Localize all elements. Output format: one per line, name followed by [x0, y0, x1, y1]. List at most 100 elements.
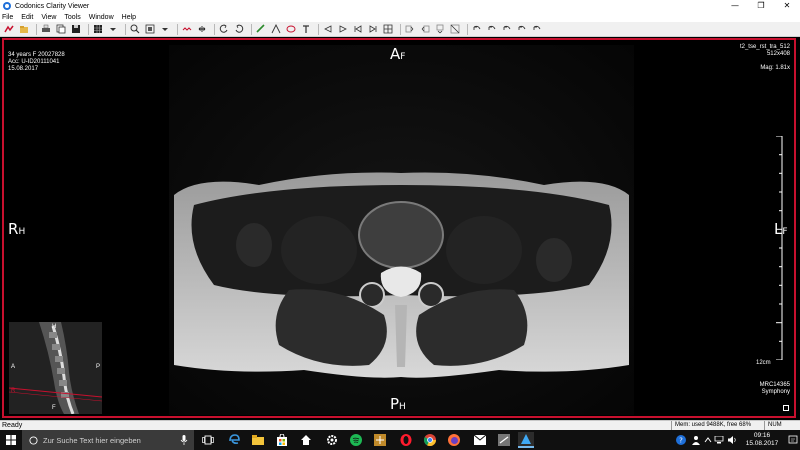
text-annotation-icon [302, 25, 309, 33]
menu-help[interactable]: Help [122, 14, 136, 21]
device-code-line: MRC14365 [759, 382, 790, 388]
undo-3-button[interactable] [501, 24, 512, 35]
undo-1-button[interactable] [471, 24, 482, 35]
pan-button[interactable] [196, 24, 207, 35]
microphone-icon[interactable] [180, 435, 188, 445]
folder-icon [19, 26, 28, 33]
rotate-left-button[interactable] [218, 24, 229, 35]
tray-network[interactable] [714, 430, 724, 450]
start-button[interactable] [0, 430, 22, 450]
flip-right-icon [421, 25, 429, 33]
undo-icon [533, 25, 540, 30]
chrome-icon [424, 434, 436, 446]
image-viewport[interactable]: 34 years F 20027828 Acc: U-ID20111041 15… [2, 38, 796, 418]
menu-bar: File Edit View Tools Window Help [0, 12, 800, 22]
app-icon [3, 2, 11, 10]
undo-4-button[interactable] [516, 24, 527, 35]
orientation-top: AF [390, 45, 406, 63]
magnification-line: Mag: 1.81x [760, 65, 790, 71]
taskbar-clock[interactable]: 09:16 15.08.2017 [740, 432, 784, 448]
copy-button[interactable] [55, 24, 66, 35]
numlock-status: NUM [764, 421, 800, 430]
scout-label-top: H [52, 324, 57, 330]
menu-view[interactable]: View [41, 14, 56, 21]
layout-grid-button[interactable] [92, 24, 103, 35]
roi-button[interactable] [285, 24, 296, 35]
taskbar-search[interactable]: Zur Suche Text hier eingeben [22, 430, 194, 450]
nav-first-button[interactable] [322, 24, 333, 35]
print-button[interactable] [40, 24, 51, 35]
notification-icon [788, 435, 798, 444]
ruler-button[interactable] [255, 24, 266, 35]
maximize-button[interactable]: ❐ [748, 0, 774, 12]
triangle-right-icon [339, 25, 347, 33]
device-info: MRC14365 Symphony [760, 382, 790, 396]
mri-axial-image[interactable] [169, 45, 634, 415]
invert-button[interactable] [449, 24, 460, 35]
tray-help-icon[interactable]: ? [676, 430, 686, 450]
invert-icon [450, 24, 459, 34]
accession-line: Acc: U-ID20111041 [8, 59, 60, 65]
layout-dropdown[interactable] [107, 24, 118, 35]
roi-icon [286, 25, 295, 33]
menu-tools[interactable]: Tools [64, 14, 80, 21]
nav-prev-button[interactable] [337, 24, 348, 35]
close-button[interactable]: ✕ [774, 0, 800, 12]
copy-icon [56, 24, 65, 34]
home-button[interactable] [298, 432, 314, 448]
clarity-viewer-task[interactable] [518, 432, 534, 448]
explorer-button[interactable] [250, 432, 266, 448]
clock-time: 09:16 [753, 432, 771, 439]
edge-button[interactable] [226, 432, 242, 448]
task-view-button[interactable] [200, 432, 216, 448]
menu-window[interactable]: Window [89, 14, 114, 21]
flip-left-icon [405, 25, 413, 33]
series-grid-button[interactable] [382, 24, 393, 35]
window-level-box[interactable] [783, 405, 789, 411]
flip-left-button[interactable] [404, 24, 415, 35]
chevron-down-icon [161, 28, 168, 31]
app-button-2[interactable] [496, 432, 512, 448]
flip-right-button[interactable] [419, 24, 430, 35]
undo-5-button[interactable] [531, 24, 542, 35]
person-icon [692, 436, 700, 445]
rotate-right-button[interactable] [233, 24, 244, 35]
chrome-button[interactable] [422, 432, 438, 448]
tray-chevron[interactable] [704, 430, 712, 450]
zoom-button[interactable] [129, 24, 140, 35]
tray-volume[interactable] [727, 430, 737, 450]
menu-file[interactable]: File [2, 14, 13, 21]
rotate-right-icon [235, 24, 243, 33]
fit-window-button[interactable] [144, 24, 155, 35]
spotify-button[interactable] [348, 432, 364, 448]
undo-2-button[interactable] [486, 24, 497, 35]
minimize-button[interactable]: — [722, 0, 748, 12]
opera-button[interactable] [398, 432, 414, 448]
app-button-1[interactable] [372, 432, 388, 448]
nav-next-button[interactable] [352, 24, 363, 35]
folder-button[interactable] [18, 24, 29, 35]
nav-last-button[interactable] [367, 24, 378, 35]
save-button[interactable] [70, 24, 81, 35]
open-study-button[interactable] [3, 24, 14, 35]
help-circle-icon: ? [676, 435, 686, 445]
mail-icon [474, 435, 486, 445]
mail-button[interactable] [472, 432, 488, 448]
status-bar: Ready Mem: used 9488K, free 68% NUM [0, 420, 800, 430]
firefox-button[interactable] [446, 432, 462, 448]
settings-button[interactable] [324, 432, 340, 448]
tray-person-icon[interactable] [691, 430, 701, 450]
angle-button[interactable] [270, 24, 281, 35]
flip-vertical-button[interactable] [434, 24, 445, 35]
scout-localizer[interactable]: H A P F R [8, 322, 103, 415]
fit-dropdown[interactable] [159, 24, 170, 35]
annotation-button[interactable] [300, 24, 311, 35]
clarity-viewer-icon [521, 434, 531, 444]
store-button[interactable] [274, 432, 290, 448]
notifications-button[interactable] [788, 430, 798, 450]
firefox-icon [448, 434, 460, 446]
clock-date: 15.08.2017 [745, 440, 779, 447]
menu-edit[interactable]: Edit [21, 14, 33, 21]
cine-button[interactable] [181, 24, 192, 35]
